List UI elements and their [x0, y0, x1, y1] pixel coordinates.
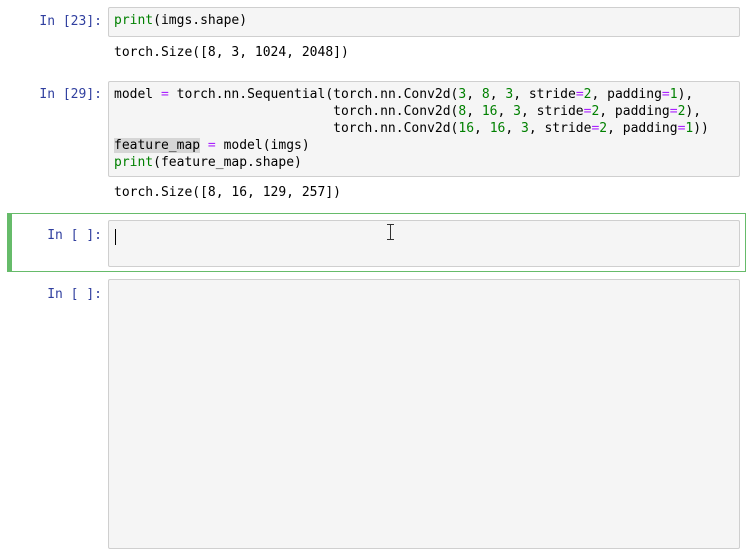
code-token: , stride — [521, 104, 584, 119]
code-line: model = torch.nn.Sequential(torch.nn.Con… — [114, 87, 693, 102]
code-token: torch.nn.Conv2d( — [114, 104, 459, 119]
code-token: , padding — [599, 104, 670, 119]
code-token: (imgs.shape) — [153, 13, 248, 28]
code-token: ), — [677, 87, 694, 102]
code-line: torch.nn.Conv2d(8, 16, 3, stride=2, padd… — [114, 104, 701, 119]
cell-4-prompt: In [ ]: — [47, 287, 102, 302]
code-token: , stride — [513, 87, 576, 102]
code-line: feature_map = model(imgs) — [114, 138, 310, 153]
cell-2-code: model = torch.nn.Sequential(torch.nn.Con… — [109, 82, 739, 175]
code-token: , — [505, 121, 521, 136]
code-token: , — [466, 87, 482, 102]
code-token: feature_map — [114, 138, 201, 153]
cell-1-code: print(imgs.shape) — [109, 8, 739, 33]
cell-2-output: torch.Size([8, 16, 129, 257]) — [114, 185, 341, 200]
code-line: torch.nn.Conv2d(16, 16, 3, stride=2, pad… — [114, 121, 709, 136]
code-token: 16 — [458, 121, 475, 136]
cell-1-prompt: In [23]: — [39, 14, 102, 29]
code-token: (feature_map.shape) — [153, 155, 302, 170]
code-token: , stride — [528, 121, 592, 136]
code-token: print — [114, 13, 154, 28]
code-token: 3 — [505, 87, 514, 102]
code-token: , padding — [591, 87, 662, 102]
code-token: ), — [685, 104, 702, 119]
code-token: = — [669, 104, 678, 119]
cell-1-output: torch.Size([8, 3, 1024, 2048]) — [114, 45, 349, 60]
cell-4-code-editor[interactable] — [108, 279, 740, 549]
code-token: , — [474, 121, 490, 136]
code-token: print — [114, 155, 154, 170]
code-token: = — [661, 87, 670, 102]
code-token: , — [497, 104, 514, 119]
code-token: model — [114, 87, 161, 102]
cell-2-code-editor[interactable]: model = torch.nn.Sequential(torch.nn.Con… — [108, 81, 740, 177]
code-token: 3 — [513, 104, 521, 119]
code-token: , padding — [607, 121, 678, 136]
cell-3-prompt: In [ ]: — [47, 228, 102, 243]
code-token: torch.nn.Conv2d( — [114, 121, 459, 136]
code-token: )) — [693, 121, 709, 136]
code-token: 3 — [521, 121, 529, 136]
cell-1-code-editor[interactable]: print(imgs.shape) — [108, 7, 740, 37]
code-token: model(imgs) — [215, 138, 310, 153]
text-cursor — [115, 229, 116, 245]
code-token: = — [575, 87, 584, 102]
code-token: , — [466, 104, 482, 119]
code-token: torch.nn.Sequential(torch.nn.Conv2d( — [168, 87, 459, 102]
code-token: = — [207, 138, 216, 153]
ibeam-cursor-icon — [386, 224, 396, 240]
cell-2-prompt: In [29]: — [39, 87, 102, 102]
code-token: 16 — [489, 121, 506, 136]
code-token: 8 — [481, 87, 490, 102]
code-token: 16 — [481, 104, 498, 119]
code-token: 1 — [669, 87, 678, 102]
code-token: 2 — [599, 121, 608, 136]
code-token: = — [160, 87, 169, 102]
code-line: print(feature_map.shape) — [114, 155, 302, 170]
code-line: print(imgs.shape) — [114, 13, 247, 28]
code-token: , — [489, 87, 506, 102]
cell-3-code-editor[interactable] — [108, 220, 740, 267]
